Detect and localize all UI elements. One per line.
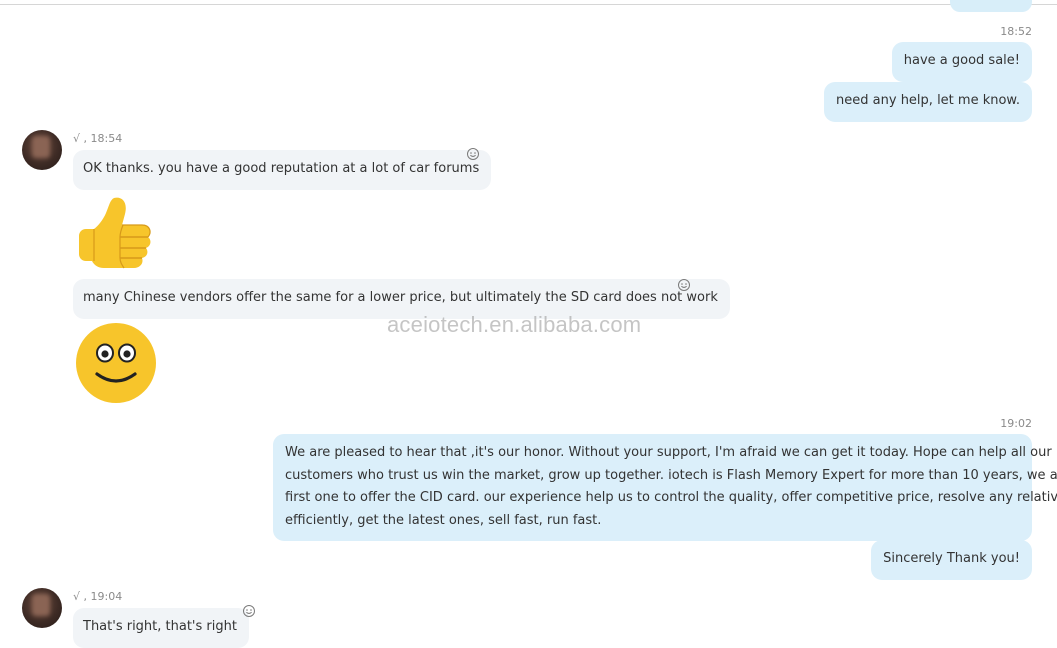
incoming-message[interactable]: OK thanks. you have a good reputation at…	[73, 150, 492, 190]
smiley-reaction-icon[interactable]	[466, 147, 480, 161]
smiley-emoji[interactable]	[75, 322, 157, 404]
outgoing-message[interactable]: need any help, let me know.	[824, 82, 1032, 122]
outgoing-message-long[interactable]: We are pleased to hear that ,it's our ho…	[273, 434, 1057, 541]
message-line: customers who trust us win the market, g…	[285, 467, 1057, 483]
smiley-reaction-icon[interactable]	[677, 278, 691, 292]
timestamp: 18:52	[1000, 25, 1032, 38]
message-line: efficiently, get the latest ones, sell f…	[285, 512, 602, 528]
outgoing-message[interactable]: have a good sale!	[891, 42, 1032, 82]
avatar[interactable]	[22, 588, 62, 628]
previous-message-bubble[interactable]	[950, 0, 1032, 12]
message-meta: √ , 19:04	[73, 590, 123, 603]
outgoing-message[interactable]: Sincerely Thank you!	[871, 540, 1032, 580]
incoming-message[interactable]: That's right, that's right	[73, 608, 249, 648]
smiley-reaction-icon[interactable]	[242, 604, 256, 618]
message-line: first one to offer the CID card. our exp…	[285, 490, 1057, 505]
thumbs-up-emoji[interactable]	[76, 194, 154, 274]
chat-window: 18:52 have a good sale! need any help, l…	[0, 0, 1057, 648]
top-divider	[0, 4, 1057, 5]
avatar[interactable]	[22, 130, 62, 170]
watermark: aceiotech.en.alibaba.com	[387, 312, 642, 337]
timestamp: 19:02	[1000, 417, 1032, 430]
message-meta: √ , 18:54	[73, 132, 123, 145]
message-line: We are pleased to hear that ,it's our ho…	[285, 445, 1052, 460]
